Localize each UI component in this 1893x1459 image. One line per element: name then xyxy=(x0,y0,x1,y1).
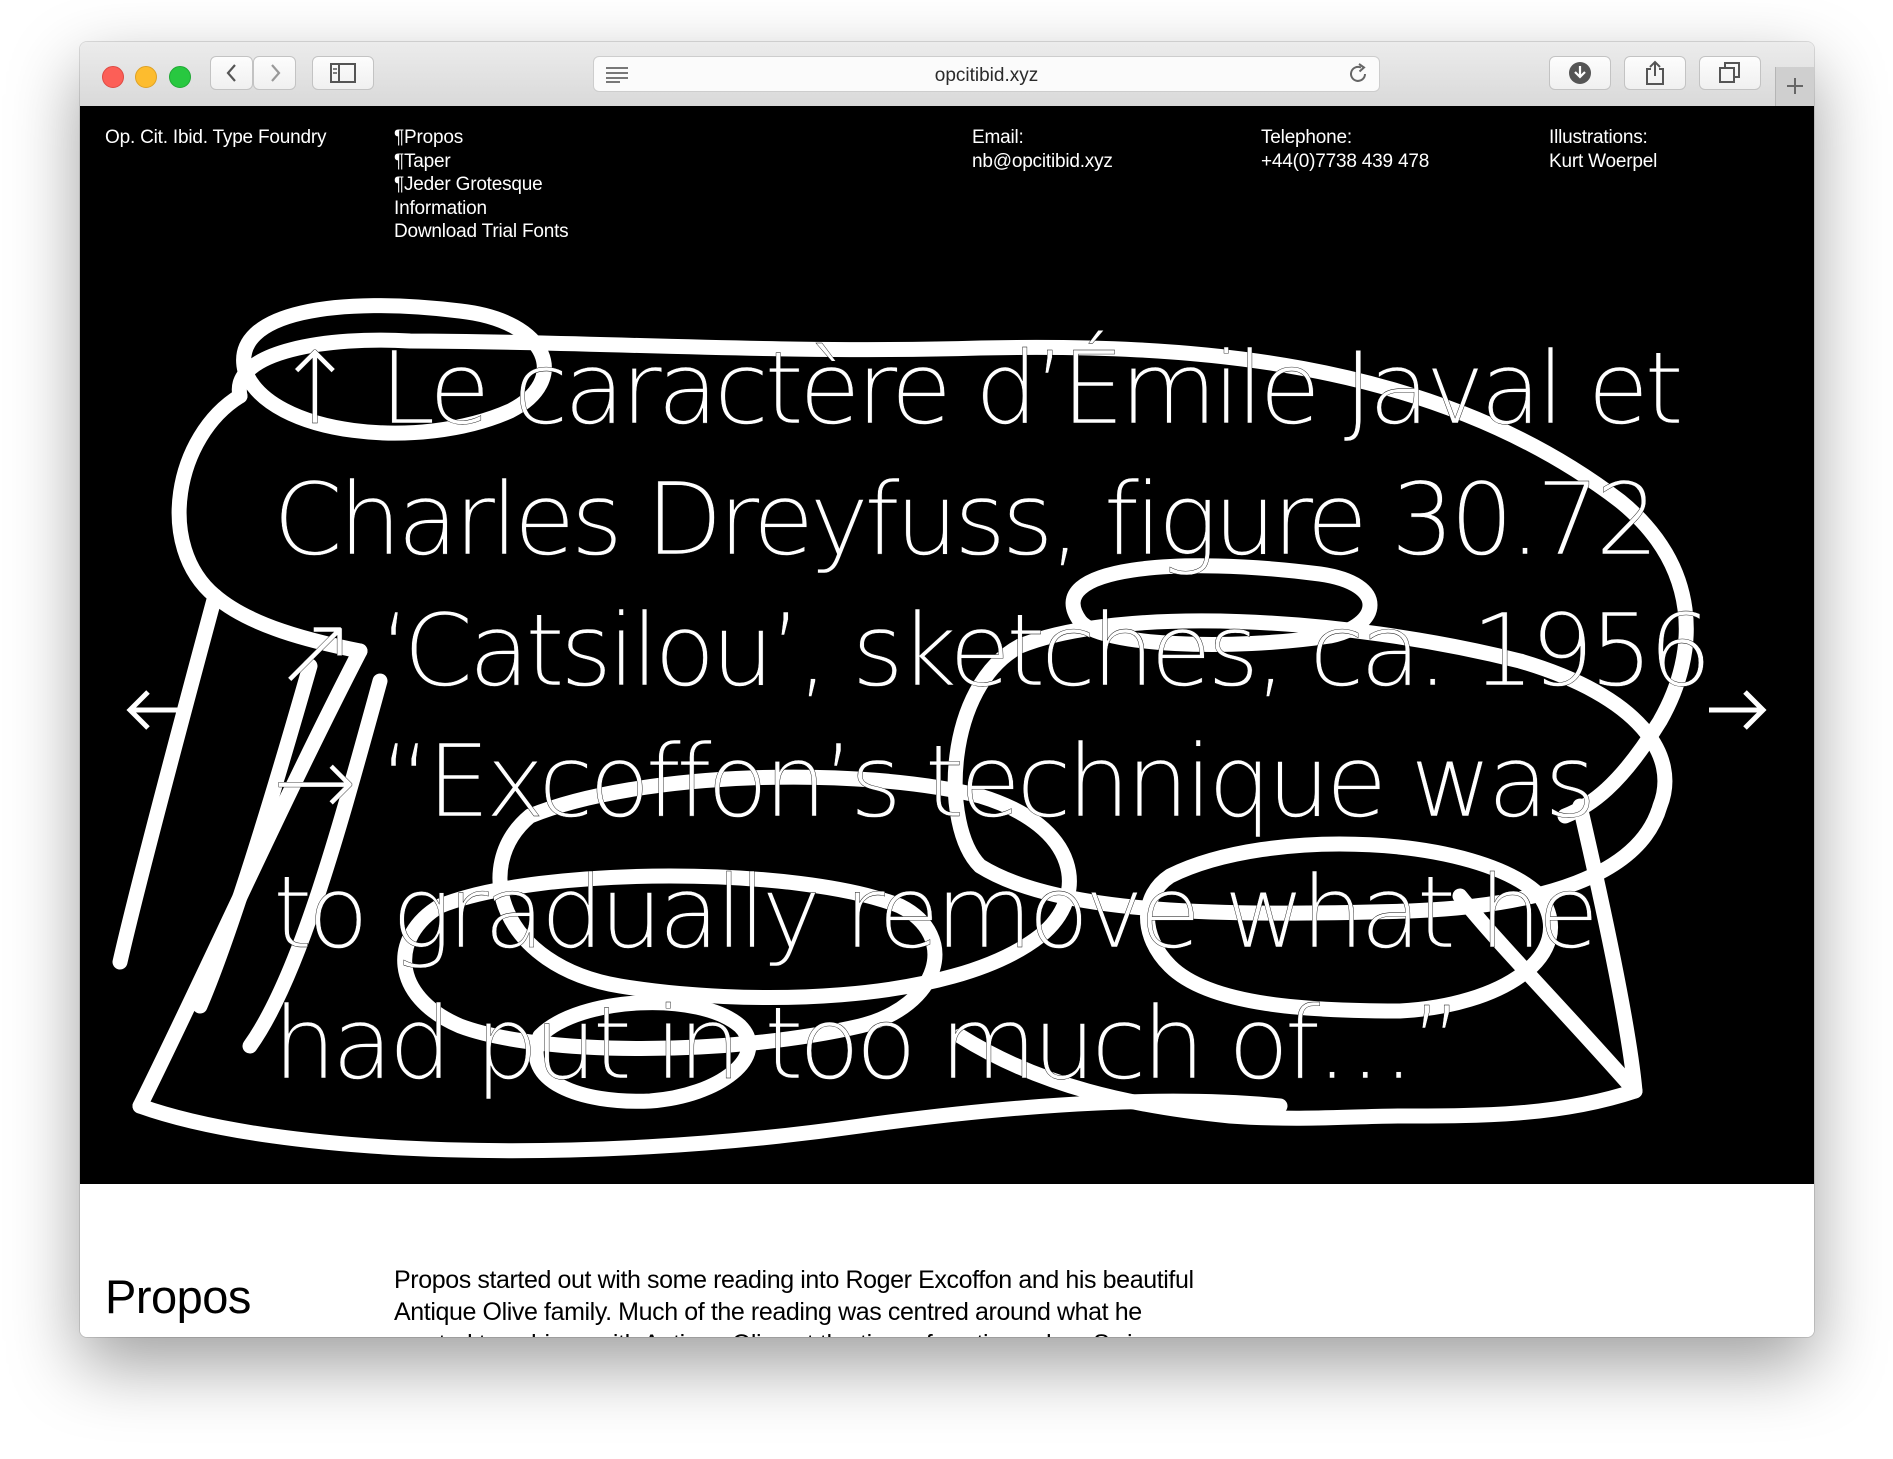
share-button[interactable] xyxy=(1624,56,1686,90)
close-window-button[interactable] xyxy=(102,66,124,88)
tabs-overview-button[interactable] xyxy=(1699,56,1761,90)
arrow-right-icon xyxy=(1709,690,1767,730)
hero-line: ↑ Le caractère d’Émile Javal et xyxy=(273,330,1684,447)
arrow-left-icon xyxy=(126,690,184,730)
share-icon xyxy=(1646,60,1664,85)
body-line: Antique Olive family. Much of the readin… xyxy=(394,1298,1142,1326)
hero-line: → “Excoffon’s technique was xyxy=(273,723,1597,840)
browser-toolbar: opcitibid.xyz xyxy=(80,42,1814,107)
chevron-left-icon xyxy=(226,64,236,82)
hero-line: to gradually remove what he xyxy=(273,854,1600,971)
body-line: Propos started out with some reading int… xyxy=(394,1266,1194,1294)
hero-quote: ↑ Le caractère d’Émile Javal et Charles … xyxy=(273,323,1713,1109)
downloads-button[interactable] xyxy=(1549,56,1611,90)
hero-section: Op. Cit. Ibid. Type Foundry ¶Propos ¶Tap… xyxy=(80,106,1814,1184)
forward-button[interactable] xyxy=(253,56,296,90)
plus-icon xyxy=(1787,78,1803,94)
hero-line: ↗ ‘Catsilou’, sketches, ca. 1956 xyxy=(273,592,1713,709)
tabs-icon xyxy=(1719,62,1740,83)
chevron-right-icon xyxy=(270,64,280,82)
section-body: Propos started out with some reading int… xyxy=(394,1264,1274,1337)
new-tab-button[interactable] xyxy=(1775,67,1814,106)
back-button[interactable] xyxy=(210,56,253,90)
slideshow-next-button[interactable] xyxy=(1705,688,1769,737)
reload-icon[interactable] xyxy=(1347,63,1369,85)
slideshow-prev-button[interactable] xyxy=(124,688,188,737)
minimize-window-button[interactable] xyxy=(135,66,157,88)
address-bar[interactable]: opcitibid.xyz xyxy=(593,56,1380,92)
hero-line: Charles Dreyfuss, figure 30.72 xyxy=(273,461,1660,578)
download-icon xyxy=(1569,62,1591,84)
sidebar-icon xyxy=(330,63,356,83)
browser-window: opcitibid.xyz Op. Cit. Ibid. Type Foundr… xyxy=(80,42,1814,1337)
body-line: wanted to achieve with Antique Olive at … xyxy=(394,1328,1274,1337)
propos-section: Propos Propos started out with some read… xyxy=(80,1184,1814,1337)
url-text: opcitibid.xyz xyxy=(934,65,1039,86)
zoom-window-button[interactable] xyxy=(169,66,191,88)
section-title: Propos xyxy=(105,1270,251,1323)
sidebar-button[interactable] xyxy=(312,56,374,90)
hero-line: had put in too much of…” xyxy=(273,985,1463,1102)
